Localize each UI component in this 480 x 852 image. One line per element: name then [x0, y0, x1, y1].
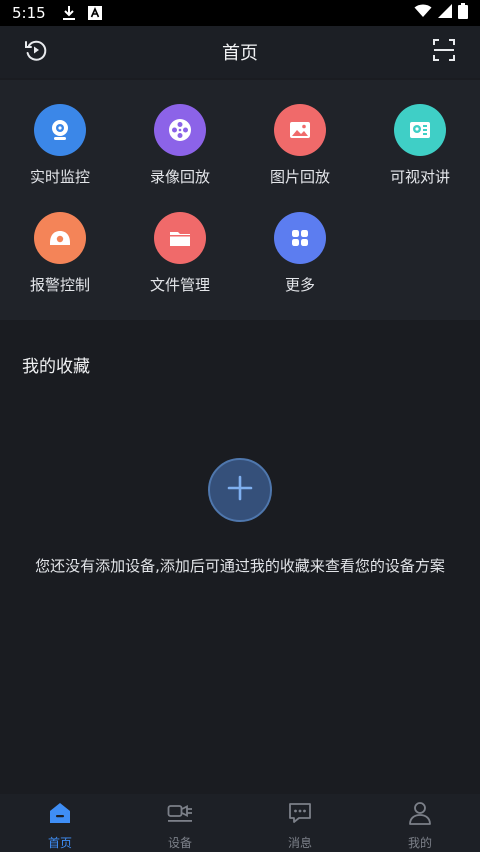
feature-playback[interactable]: 录像回放: [120, 104, 240, 204]
more-apps-icon: [274, 212, 326, 264]
empty-favorites-message: 您还没有添加设备,添加后可通过我的收藏来查看您的设备方案: [35, 557, 445, 575]
nav-profile[interactable]: 我的: [360, 794, 480, 852]
nav-label: 消息: [287, 836, 312, 850]
device-icon: [167, 800, 193, 830]
a-badge-icon: [87, 6, 102, 20]
history-button[interactable]: [22, 38, 50, 66]
image-icon: [274, 104, 326, 156]
message-icon: [287, 800, 313, 830]
history-icon: [24, 38, 48, 66]
nav-label: 首页: [47, 836, 72, 850]
home-icon: [47, 800, 73, 830]
camera-icon: [34, 104, 86, 156]
feature-label: 更多: [284, 276, 315, 294]
favorites-title: 我的收藏: [22, 357, 90, 377]
nav-home[interactable]: 首页: [0, 794, 120, 852]
feature-label: 录像回放: [149, 168, 210, 186]
favorites-section: 我的收藏 您还没有添加设备,添加后可通过我的收藏来查看您的设备方案: [0, 324, 480, 794]
feature-label: 实时监控: [29, 168, 90, 186]
nav-label: 设备: [167, 836, 192, 850]
wifi-icon: [414, 4, 432, 22]
nav-messages[interactable]: 消息: [240, 794, 360, 852]
battery-icon: [458, 3, 468, 23]
nav-label: 我的: [407, 836, 432, 850]
feature-file-management[interactable]: 文件管理: [120, 212, 240, 312]
feature-live-monitor[interactable]: 实时监控: [0, 104, 120, 204]
user-icon: [407, 800, 433, 830]
feature-alarm-control[interactable]: 报警控制: [0, 212, 120, 312]
alarm-icon: [34, 212, 86, 264]
feature-label: 报警控制: [29, 276, 90, 294]
bottom-nav: 首页 设备 消息 我的: [0, 794, 480, 852]
feature-label: 图片回放: [269, 168, 330, 186]
download-icon: [62, 5, 76, 21]
scan-icon: [433, 39, 455, 65]
page-title: 首页: [222, 43, 258, 64]
feature-label: 可视对讲: [389, 168, 450, 186]
folder-icon: [154, 212, 206, 264]
app-header: 首页: [0, 26, 480, 78]
plus-icon: [226, 474, 254, 506]
intercom-icon: [394, 104, 446, 156]
feature-label: 文件管理: [149, 276, 210, 294]
status-time: 5:15: [12, 4, 46, 22]
signal-icon: [438, 4, 452, 22]
scan-button[interactable]: [430, 38, 458, 66]
feature-video-intercom[interactable]: 可视对讲: [360, 104, 480, 204]
feature-more[interactable]: 更多: [240, 212, 360, 312]
nav-devices[interactable]: 设备: [120, 794, 240, 852]
add-device-button[interactable]: [208, 458, 272, 522]
film-reel-icon: [154, 104, 206, 156]
feature-image-playback[interactable]: 图片回放: [240, 104, 360, 204]
feature-grid: 实时监控 录像回放 图片回放 可视对讲 报警控制 文件管理 更多: [0, 80, 480, 320]
status-bar: 5:15: [0, 0, 480, 26]
